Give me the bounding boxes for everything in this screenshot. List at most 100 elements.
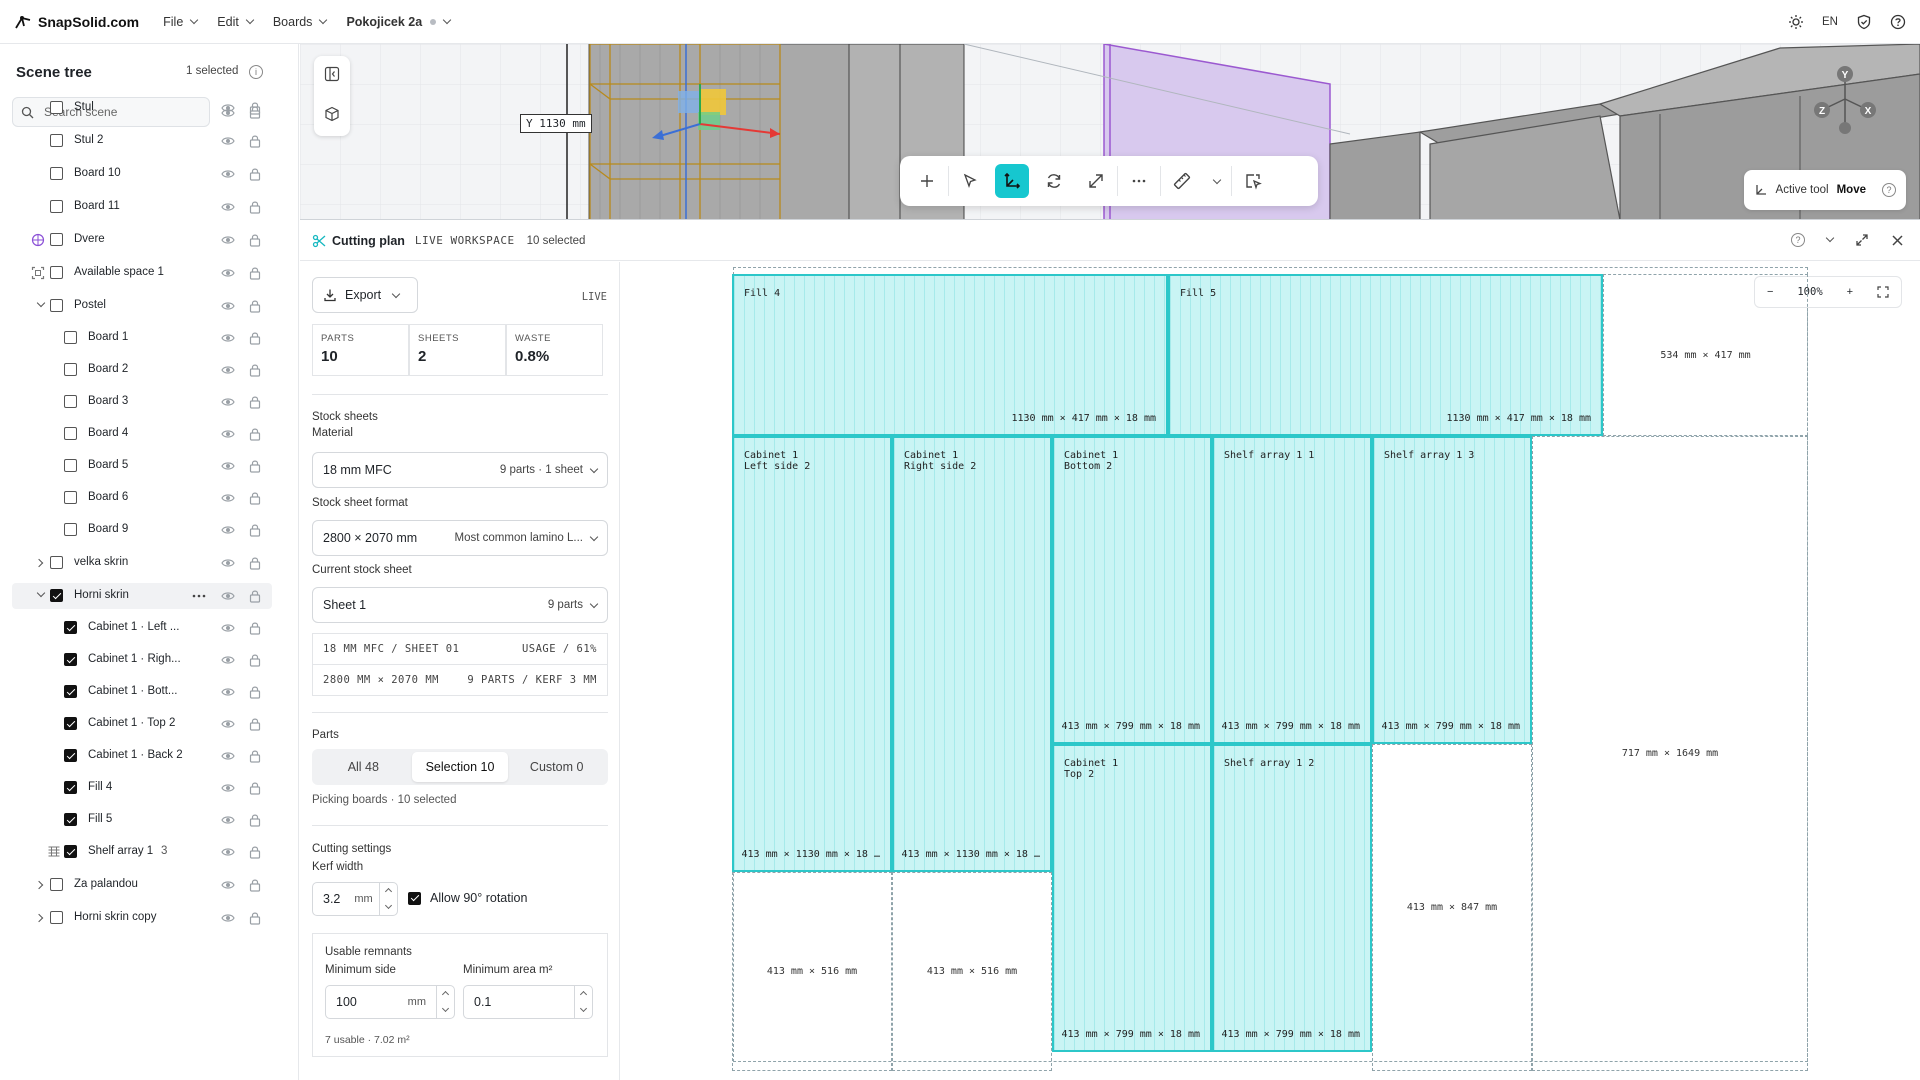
tree-item[interactable]: Board 6 [12,485,272,511]
chevron-down-icon[interactable] [36,588,46,598]
lock-icon[interactable] [248,101,262,115]
add-button[interactable] [910,164,944,198]
visibility-checkbox[interactable] [50,556,63,569]
eye-icon[interactable] [221,845,235,859]
lock-icon[interactable] [248,134,262,148]
chevron-right-icon[interactable] [34,880,44,890]
panel-toggle-icon[interactable] [324,66,340,82]
eye-icon[interactable] [221,200,235,214]
lock-icon[interactable] [248,653,262,667]
lock-icon[interactable] [248,845,262,859]
lock-icon[interactable] [248,167,262,181]
visibility-checkbox[interactable] [64,427,77,440]
lock-icon[interactable] [248,331,262,345]
min-area-stepper[interactable] [574,986,592,1018]
tree-item[interactable]: Cabinet 1 · Back 2 [12,743,272,769]
visibility-checkbox[interactable] [64,395,77,408]
tree-item[interactable]: Za palandou [12,872,272,898]
lock-icon[interactable] [248,589,262,603]
format-select[interactable]: 2800 × 2070 mm Most common lamino L... [312,520,608,556]
visibility-checkbox[interactable] [64,749,77,762]
eye-icon[interactable] [221,167,235,181]
tab-custom[interactable]: Custom 0 [508,752,605,782]
kerf-stepper[interactable] [379,883,397,915]
visibility-checkbox[interactable] [50,101,63,114]
current-sheet-select[interactable]: Sheet 1 9 parts [312,587,608,623]
lock-icon[interactable] [248,685,262,699]
file-menu[interactable]: File [163,15,199,29]
lock-icon[interactable] [248,556,262,570]
fit-screen-icon[interactable] [1877,286,1889,298]
tree-item[interactable]: Fill 5 [12,807,272,833]
cut-part[interactable]: Cabinet 1 Top 2 413 mm × 799 mm × 18 mm [1052,744,1212,1052]
export-button[interactable]: Export [312,277,418,313]
eye-icon[interactable] [221,781,235,795]
edit-menu[interactable]: Edit [217,15,255,29]
tree-item[interactable]: Horni skrin [12,583,272,609]
eye-icon[interactable] [221,134,235,148]
cut-part[interactable]: Cabinet 1 Bottom 2 413 mm × 799 mm × 18 m… [1052,436,1212,744]
eye-icon[interactable] [221,749,235,763]
tree-item[interactable]: Board 10 [12,161,272,187]
project-selector[interactable]: Pokojicek 2a [346,15,452,29]
lock-icon[interactable] [248,911,262,925]
tree-item[interactable]: Board 3 [12,389,272,415]
cut-part[interactable]: Cabinet 1 Right side 2 413 mm × 1130 mm ×… [892,436,1052,872]
scale-tool-button[interactable] [1079,164,1113,198]
sheet-canvas[interactable]: − 100% + Fill 4 1130 mm × 417 mm × 18 mm F… [621,262,1920,1080]
eye-icon[interactable] [221,266,235,280]
visibility-checkbox[interactable] [64,331,77,344]
more-button[interactable] [1122,164,1156,198]
kerf-input[interactable]: 3.2 mm [312,882,398,916]
eye-icon[interactable] [221,685,235,699]
eye-icon[interactable] [221,299,235,313]
visibility-checkbox[interactable] [50,167,63,180]
material-select[interactable]: 18 mm MFC 9 parts · 1 sheet [312,452,608,488]
visibility-checkbox[interactable] [64,491,77,504]
tree-item[interactable]: Cabinet 1 · Left ... [12,615,272,641]
rotation-toggle[interactable]: Allow 90° rotation [408,891,527,905]
cut-part[interactable]: Shelf array 1 3 413 mm × 799 mm × 18 mm [1372,436,1532,744]
eye-icon[interactable] [221,491,235,505]
visibility-checkbox[interactable] [50,200,63,213]
zoom-in-button[interactable]: + [1847,286,1853,298]
visibility-checkbox[interactable] [50,266,63,279]
cut-part[interactable]: Shelf array 1 1 413 mm × 799 mm × 18 mm [1212,436,1372,744]
visibility-checkbox[interactable] [50,589,63,602]
lock-icon[interactable] [248,749,262,763]
visibility-checkbox[interactable] [50,911,63,924]
lock-icon[interactable] [248,717,262,731]
visibility-checkbox[interactable] [50,299,63,312]
eye-icon[interactable] [221,653,235,667]
tree-item[interactable]: Shelf array 1 3 [12,839,272,865]
min-area-input[interactable]: 0.1 [463,985,593,1019]
boards-menu[interactable]: Boards [273,15,328,29]
more-icon[interactable] [192,594,206,598]
lock-icon[interactable] [248,523,262,537]
orientation-gizmo[interactable]: Y X Z [1810,64,1880,134]
info-icon[interactable]: i [249,65,263,79]
help-icon[interactable] [1890,14,1906,30]
lock-icon[interactable] [248,491,262,505]
tree-item[interactable]: Horni skrin copy [12,905,272,931]
chevron-down-icon[interactable] [36,298,46,308]
chevron-right-icon[interactable] [34,913,44,923]
eye-icon[interactable] [221,331,235,345]
measure-options-button[interactable] [1207,164,1227,198]
move-tool-button[interactable] [995,164,1029,198]
tree-item[interactable]: Board 9 [12,517,272,543]
eye-icon[interactable] [221,911,235,925]
rotate-tool-button[interactable] [1037,164,1071,198]
logo[interactable]: SnapSolid.com [14,14,139,30]
lock-icon[interactable] [248,395,262,409]
language-button[interactable]: EN [1822,16,1838,28]
tree-item[interactable]: Board 2 [12,357,272,383]
close-icon[interactable] [1891,234,1904,247]
lock-icon[interactable] [248,299,262,313]
tree-item[interactable]: Available space 1 [12,260,272,286]
tree-item[interactable]: Board 4 [12,421,272,447]
visibility-checkbox[interactable] [50,134,63,147]
collapse-icon[interactable] [1825,233,1835,243]
visibility-checkbox[interactable] [64,781,77,794]
tree-item[interactable]: Cabinet 1 · Bott... [12,679,272,705]
